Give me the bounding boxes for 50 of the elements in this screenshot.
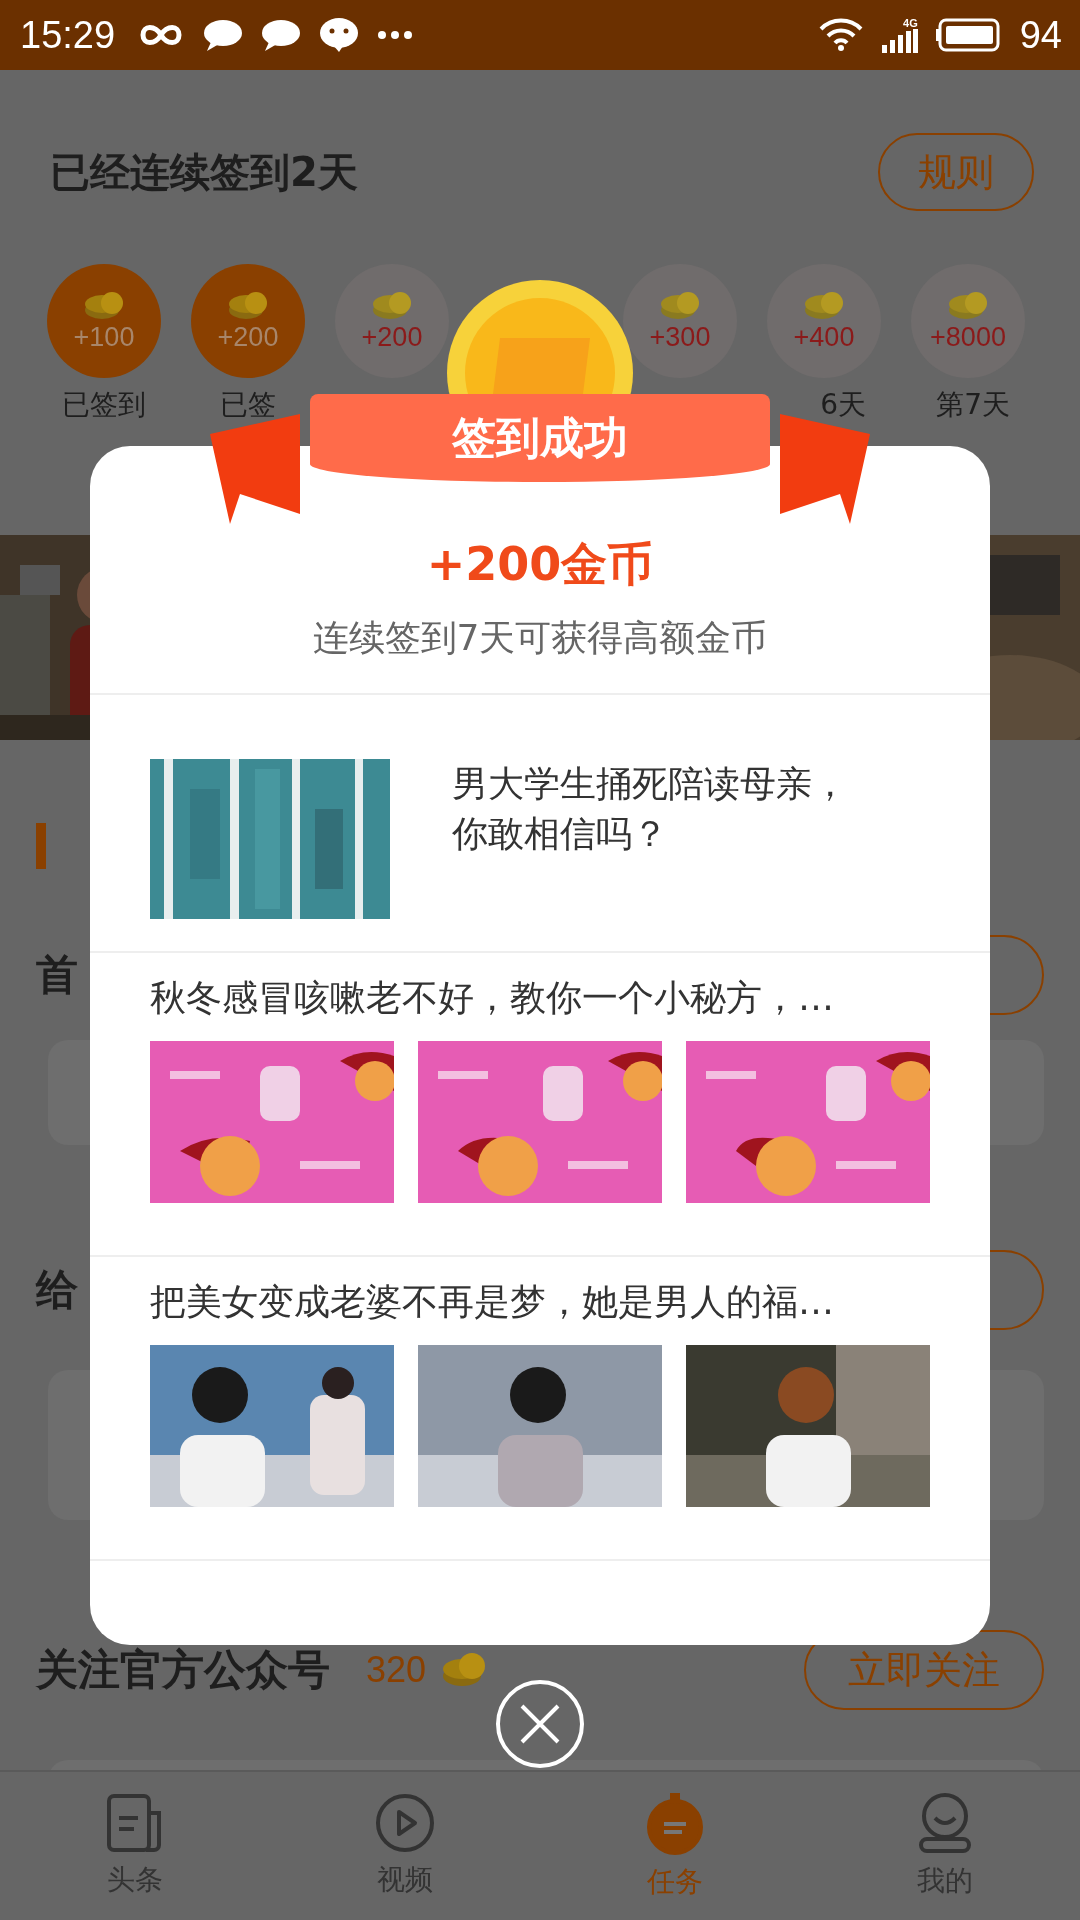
close-button[interactable] bbox=[496, 1680, 584, 1768]
coin-icon bbox=[442, 1652, 487, 1688]
reward-amount: +100 bbox=[73, 321, 135, 353]
battery-level: 94 bbox=[1019, 13, 1062, 57]
reward-amount: +200 bbox=[217, 321, 279, 353]
news-title: 把美女变成老婆不再是梦，她是男人的福… bbox=[150, 1280, 835, 1324]
news-title: 秋冬感冒咳嗽老不好，教你一个小秘方，… bbox=[150, 976, 835, 1020]
section-accent bbox=[36, 823, 46, 869]
task-title: 首 bbox=[36, 949, 78, 1001]
coin-icon bbox=[372, 289, 412, 320]
chat-icon bbox=[261, 18, 302, 52]
day-label: 已签 bbox=[220, 387, 276, 423]
day-label: 已签到 bbox=[62, 387, 146, 423]
day-label: 第7天 bbox=[936, 387, 1010, 423]
coin-icon bbox=[660, 289, 700, 320]
user-icon bbox=[916, 1792, 974, 1854]
success-ribbon: 签到成功 bbox=[310, 394, 770, 482]
nav-tab[interactable]: 任务 bbox=[540, 1772, 810, 1920]
coin-amount: 320 bbox=[366, 1649, 427, 1691]
more-icon bbox=[377, 30, 414, 40]
streak-title: 已经连续签到2天 bbox=[50, 147, 358, 197]
reward-amount: +300 bbox=[649, 321, 711, 353]
reward-amount: +400 bbox=[793, 321, 855, 353]
reward-amount: +200 bbox=[361, 321, 423, 353]
reward-hint: 连续签到7天可获得高额金币 bbox=[312, 616, 768, 660]
task-title: 关注官方公众号 bbox=[36, 1644, 330, 1696]
coin-icon bbox=[228, 289, 268, 320]
clock-time: 15:29 bbox=[20, 13, 116, 57]
close-icon bbox=[518, 1702, 562, 1746]
wifi-icon bbox=[817, 17, 864, 53]
document-icon bbox=[106, 1793, 164, 1853]
news-item[interactable]: 秋冬感冒咳嗽老不好，教你一个小秘方，… bbox=[90, 951, 990, 1255]
battery-icon bbox=[935, 18, 1002, 52]
coin-icon bbox=[804, 289, 844, 320]
day-label: 6天 bbox=[820, 387, 866, 423]
message-bubble-icon bbox=[319, 17, 360, 53]
signal-icon bbox=[881, 29, 918, 53]
reward-amount: +8000 bbox=[930, 321, 1006, 353]
news-item[interactable]: 把美女变成老婆不再是梦，她是男人的福… bbox=[90, 1255, 990, 1559]
task-title: 给 bbox=[36, 1264, 78, 1316]
chat-icon bbox=[203, 18, 244, 52]
news-title: 男大学生捅死陪读母亲，你敢相信吗？ bbox=[452, 762, 849, 856]
play-icon bbox=[375, 1793, 435, 1853]
news-item[interactable]: 男大学生捅死陪读母亲，你敢相信吗？ bbox=[90, 693, 990, 951]
coin-icon bbox=[948, 289, 988, 320]
stopwatch-icon bbox=[645, 1791, 705, 1855]
rules-button[interactable]: 规则 bbox=[878, 133, 1034, 211]
reward-text: +200金币 bbox=[426, 536, 654, 593]
coin-icon bbox=[84, 289, 124, 320]
network-type: 4G bbox=[903, 17, 918, 29]
